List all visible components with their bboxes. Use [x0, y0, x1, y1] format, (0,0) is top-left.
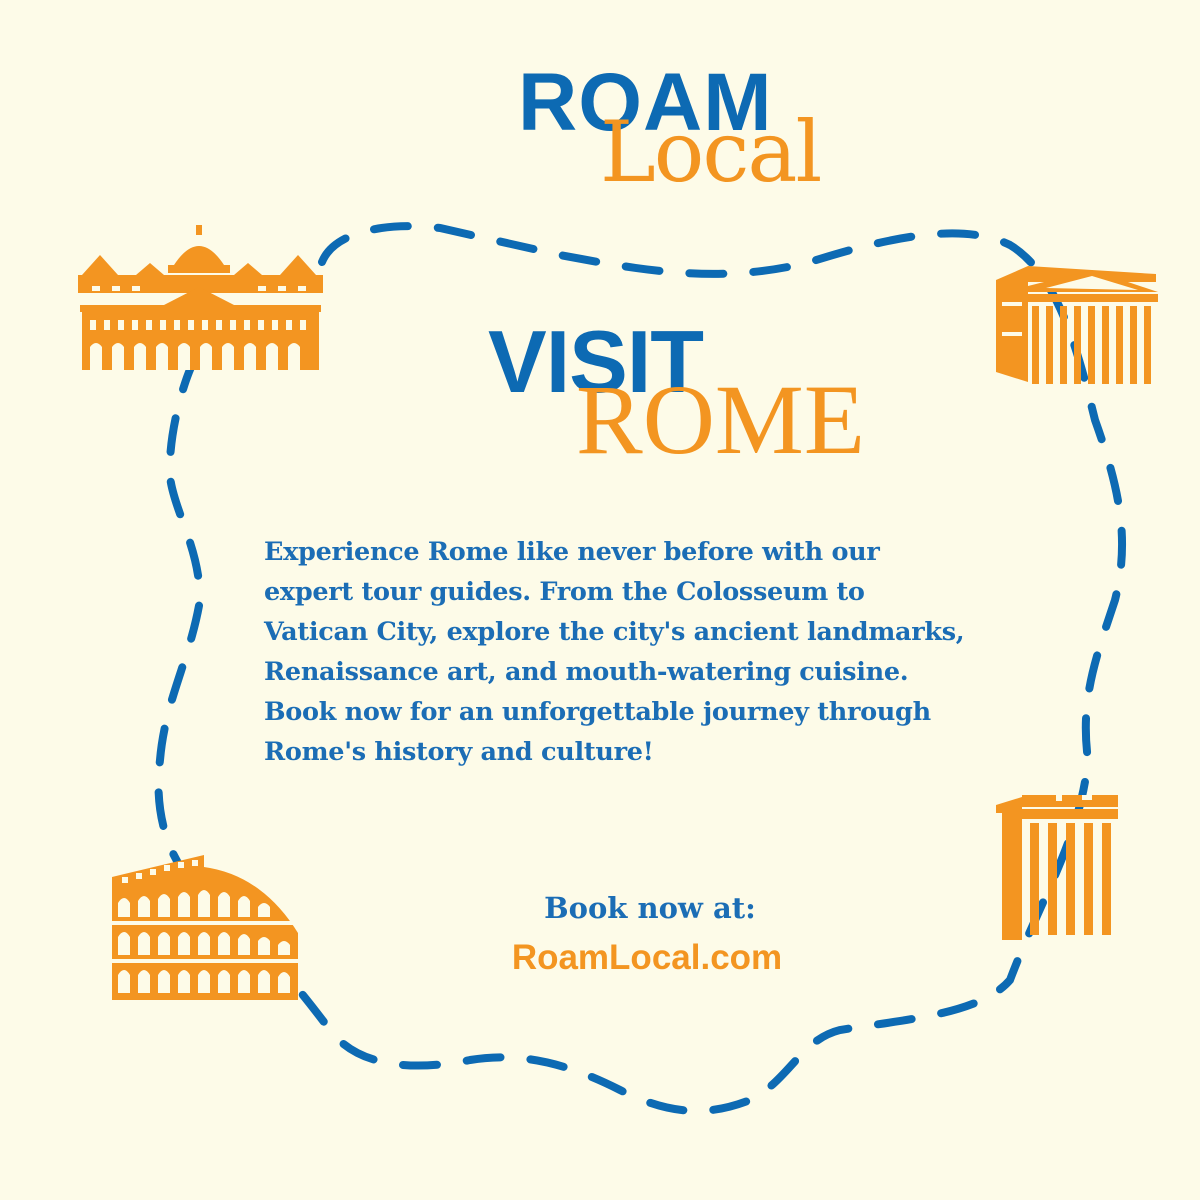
colosseum-icon — [112, 855, 298, 1000]
cta-url-link[interactable]: RoamLocal.com — [447, 936, 847, 980]
pantheon-icon — [996, 266, 1158, 384]
description-line: Vatican City, explore the city's ancient… — [264, 617, 965, 647]
description-line: Renaissance art, and mouth-watering cuis… — [264, 657, 909, 687]
description: Experience Rome like never before with o… — [264, 532, 1064, 772]
poster: ROAM Local VISIT ROME Experience Rome li… — [0, 0, 1200, 1200]
description-line: Rome's history and culture! — [264, 737, 654, 767]
logo-local: Local — [600, 103, 822, 201]
cta-label: Book now at: — [544, 891, 756, 925]
headline-rome: ROME — [576, 364, 865, 475]
st-peters-basilica-icon — [78, 225, 323, 370]
description-line: expert tour guides. From the Colosseum t… — [264, 577, 865, 607]
description-line: Book now for an unforgettable journey th… — [264, 697, 931, 727]
description-line: Experience Rome like never before with o… — [264, 537, 880, 567]
temple-ruins-icon — [996, 795, 1118, 940]
